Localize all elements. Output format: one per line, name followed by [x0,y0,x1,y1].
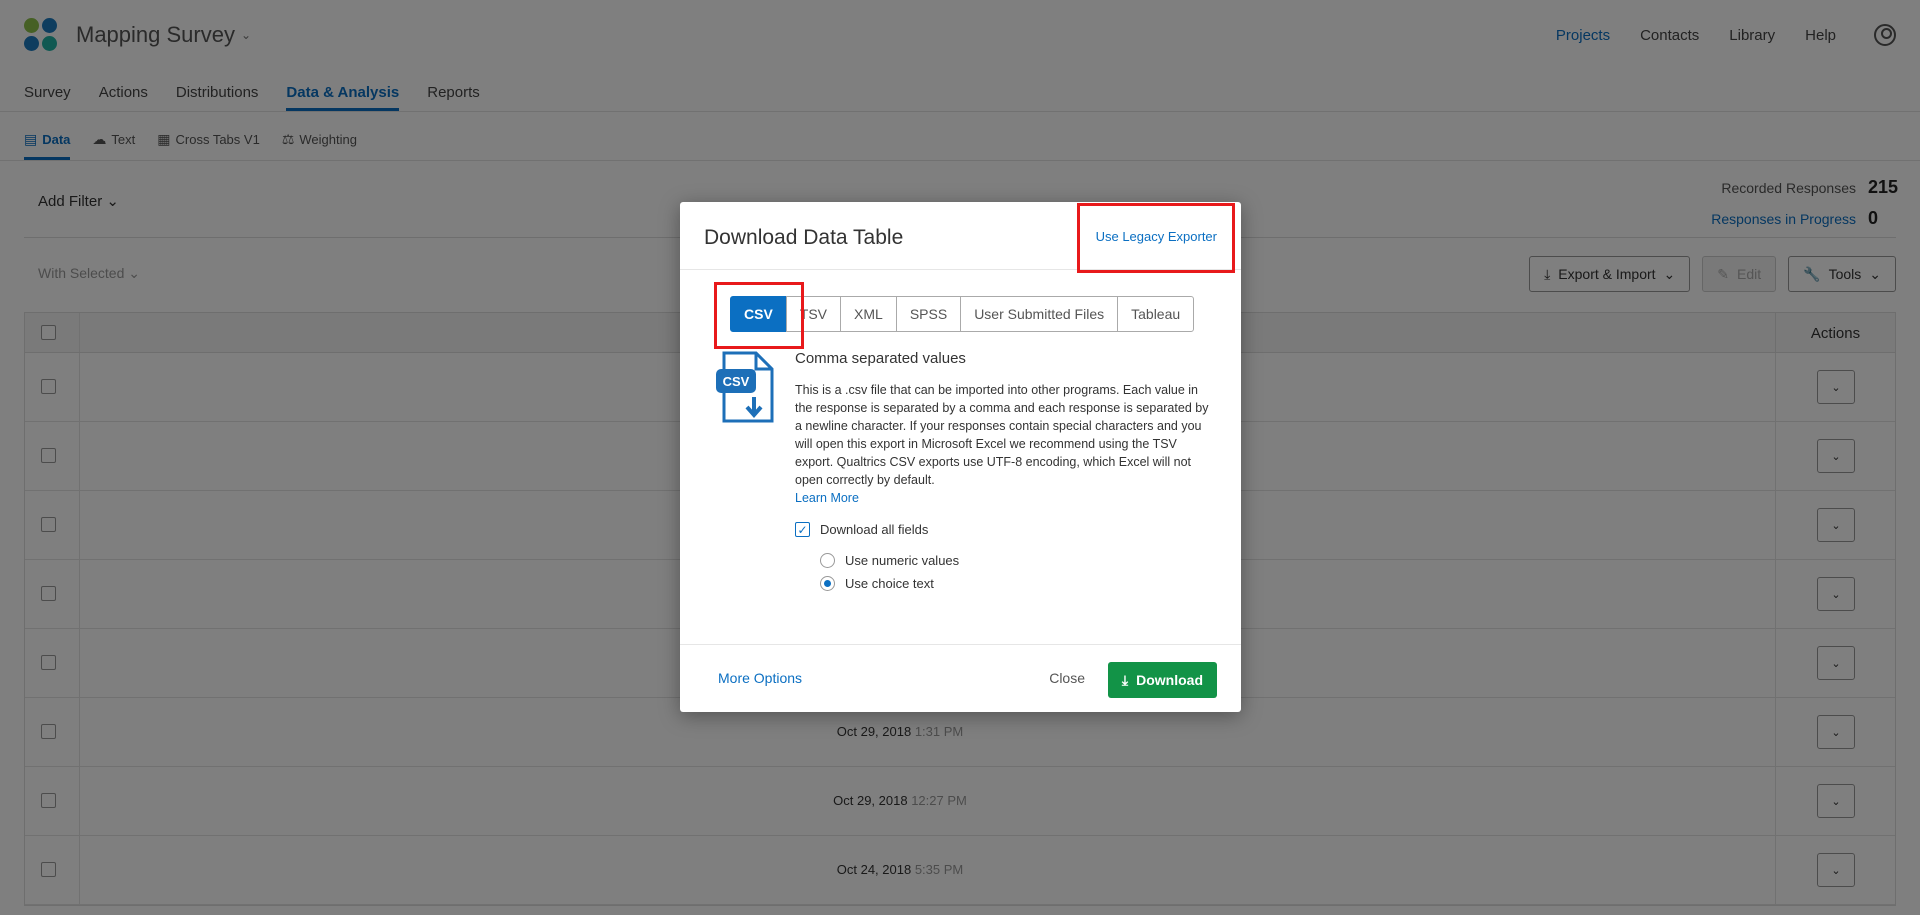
download-all-fields-label: Download all fields [820,522,929,537]
dialog-header: Download Data Table Use Legacy Exporter [680,202,1241,273]
highlight-box-legacy [1077,203,1235,273]
format-name: Comma separated values [795,350,966,367]
download-all-fields-option[interactable]: ✓ Download all fields [795,522,928,537]
download-label: Download [1136,672,1203,688]
use-choice-text-radio[interactable] [820,576,835,591]
use-numeric-values-radio[interactable] [820,553,835,568]
download-icon: ⤓ [1121,671,1129,688]
download-button[interactable]: ⤓ Download [1107,662,1217,698]
use-numeric-values-option[interactable]: Use numeric values [820,553,959,568]
close-button[interactable]: Close [1049,670,1085,686]
format-tab-xml[interactable]: XML [840,296,897,332]
download-data-table-dialog: Download Data Table Use Legacy Exporter … [680,202,1241,712]
use-numeric-values-label: Use numeric values [845,553,960,568]
format-tab-tableau[interactable]: Tableau [1117,296,1195,332]
format-tab-spss[interactable]: SPSS [895,296,962,332]
more-options-link[interactable]: More Options [718,670,802,686]
use-choice-text-option[interactable]: Use choice text [820,576,934,591]
use-choice-text-label: Use choice text [845,576,934,591]
csv-icon-label: CSV [723,374,750,389]
format-tab-user-submitted-files[interactable]: User Submitted Files [960,296,1119,332]
dialog-title: Download Data Table [704,226,904,249]
download-all-fields-checkbox[interactable]: ✓ [795,522,810,537]
learn-more-link[interactable]: Learn More [795,491,859,505]
highlight-box-csv [714,282,804,349]
csv-file-icon: CSV [716,351,774,423]
format-description: This is a .csv file that can be imported… [795,383,1209,487]
dialog-footer: More Options Close ⤓ Download [680,644,1241,712]
